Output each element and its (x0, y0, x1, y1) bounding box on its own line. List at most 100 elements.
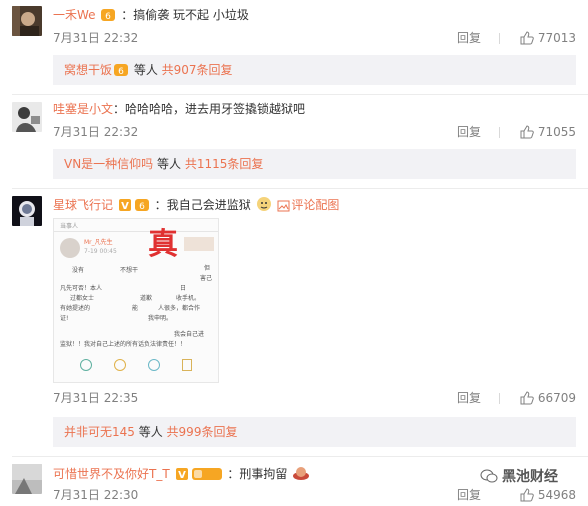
reply-button[interactable]: 回复 (457, 390, 481, 406)
like-button[interactable]: 77013 (520, 30, 576, 46)
avatar[interactable] (12, 196, 42, 226)
avatar[interactable] (12, 464, 42, 494)
watermark-text: 黑池财经 (502, 469, 558, 485)
share-icon (80, 359, 92, 371)
comment-line: 哇塞是小文：哈哈哈哈，进去用牙签撬锁越狱吧 (53, 101, 578, 117)
comment-username[interactable]: 一禾We (53, 8, 96, 22)
thumbs-up-icon (520, 488, 534, 502)
image-text: 日 (180, 285, 187, 292)
comment-text: 刑事拘留 (239, 467, 288, 481)
comment-image[interactable]: 当事人 Mr_凡先生 7-19 00:45 真 没有 不想干 但 害己 凡先可否… (53, 218, 219, 383)
divider (12, 456, 588, 457)
comment-picture-link[interactable]: 评论配图 (291, 198, 339, 212)
stamp-text: 真 (148, 227, 178, 262)
divider (499, 393, 500, 404)
image-text: 人很多，都合作 (158, 305, 201, 312)
comment-meta: 7月31日 22:35 回复 66709 (53, 390, 576, 406)
comment-text: 搞偷袭 玩不起 小垃圾 (133, 8, 249, 22)
divider (54, 231, 218, 232)
sub-reply-middle: 等人 (153, 157, 185, 171)
comment-icon (114, 359, 126, 371)
watermark: 黑池财经 (480, 466, 558, 486)
image-text: 凡先可否！本人 (60, 285, 103, 292)
reply-button[interactable]: 回复 (457, 124, 481, 140)
divider (499, 33, 500, 44)
image-text: 害己 (200, 275, 213, 282)
divider (499, 127, 500, 138)
comment-text: 哈哈哈哈，进去用牙签撬锁越狱吧 (125, 102, 306, 116)
verified-v-icon: V (118, 198, 132, 216)
sub-reply-middle: 等人 (130, 63, 162, 77)
colon: ： (227, 467, 240, 481)
image-text: 证! (60, 315, 69, 322)
sub-reply-count[interactable]: 共907条回复 (162, 63, 233, 77)
note-icon (182, 359, 192, 371)
reply-button[interactable]: 回复 (457, 487, 481, 503)
vip-badge-icon: 6 (134, 198, 150, 216)
thumbs-up-icon (520, 31, 534, 45)
sub-reply-user[interactable]: 并非可无145 (64, 425, 135, 439)
image-text: 没有 (72, 267, 85, 274)
picture-icon[interactable] (277, 200, 290, 216)
sub-reply-count[interactable]: 共1115条回复 (185, 157, 264, 171)
like-count: 77013 (537, 31, 576, 45)
comment-username[interactable]: 星球飞行记 (53, 198, 113, 212)
verified-v-icon: V (175, 467, 189, 485)
vip-badge-icon: 6 (113, 58, 129, 88)
like-button[interactable]: 54968 (520, 487, 576, 503)
like-count: 71055 (537, 125, 576, 139)
vip-badge-icon (191, 467, 223, 485)
colon: ： (154, 198, 167, 212)
image-text: 但 (204, 265, 211, 272)
svg-text:V: V (178, 470, 186, 481)
thumbs-up-icon (520, 125, 534, 139)
image-header: 当事人 (60, 223, 79, 230)
like-count: 54968 (537, 488, 576, 502)
sub-replies[interactable]: VN是一种信仰吗 等人 共1115条回复 (53, 149, 576, 179)
like-count: 66709 (537, 391, 576, 405)
sub-reply-user[interactable]: VN是一种信仰吗 (64, 157, 153, 171)
emoji-handcuffs-icon (292, 465, 310, 485)
image-text: 道歉 (140, 295, 153, 302)
image-text: 有她提述的 (60, 305, 91, 312)
image-username: Mr_凡先生 (84, 239, 113, 246)
reply-button[interactable]: 回复 (457, 30, 481, 46)
comment-time: 7月31日 22:30 (53, 488, 139, 502)
sub-reply-user[interactable]: 窝想干饭 (64, 63, 112, 77)
image-text: 过都女士 (70, 295, 95, 302)
like-icon (148, 359, 160, 371)
avatar[interactable] (12, 6, 42, 36)
divider (12, 94, 588, 95)
comment-time: 7月31日 22:32 (53, 31, 139, 45)
comment-meta: 7月31日 22:32 回复 71055 (53, 124, 576, 140)
avatar (60, 238, 80, 258)
avatar[interactable] (12, 102, 42, 132)
vip-badge-icon: 6 (100, 8, 116, 26)
image-text: 我会自己进 (174, 331, 205, 338)
like-button[interactable]: 71055 (520, 124, 576, 140)
image-text: 能 (132, 305, 139, 312)
divider (12, 188, 588, 189)
like-button[interactable]: 66709 (520, 390, 576, 406)
sub-replies[interactable]: 并非可无145 等人 共999条回复 (53, 417, 576, 447)
wechat-icon (480, 469, 498, 483)
comment-meta: 7月31日 22:30 回复 54968 (53, 487, 576, 503)
emoji-doge-icon (256, 196, 272, 216)
sub-replies[interactable]: 窝想干饭 6 等人 共907条回复 (53, 55, 576, 85)
comment-line: 星球飞行记 V6 ：我自己会进监狱 评论配图 (53, 196, 578, 216)
comment-line: 一禾We 6 ：搞偷袭 玩不起 小垃圾 (53, 7, 578, 26)
comment-meta: 7月31日 22:32 回复 77013 (53, 30, 576, 46)
colon: ： (121, 8, 134, 22)
comment-username[interactable]: 可惜世界不及你好T_T (53, 467, 170, 481)
sub-reply-count[interactable]: 共999条回复 (167, 425, 238, 439)
svg-text:6: 6 (118, 67, 124, 77)
svg-text:6: 6 (106, 12, 112, 22)
svg-text:6: 6 (139, 202, 145, 212)
comment-text: 我自己会进监狱 (166, 198, 251, 212)
image-text: 收手机。 (176, 295, 201, 302)
comment-username[interactable]: 哇塞是小文 (53, 102, 113, 116)
image-text: 监狱！！我对自己上述的所有话负法律责任！！ (60, 341, 187, 348)
comment-time: 7月31日 22:32 (53, 125, 139, 139)
image-text: 不想干 (120, 267, 139, 274)
colon: ： (113, 102, 126, 116)
